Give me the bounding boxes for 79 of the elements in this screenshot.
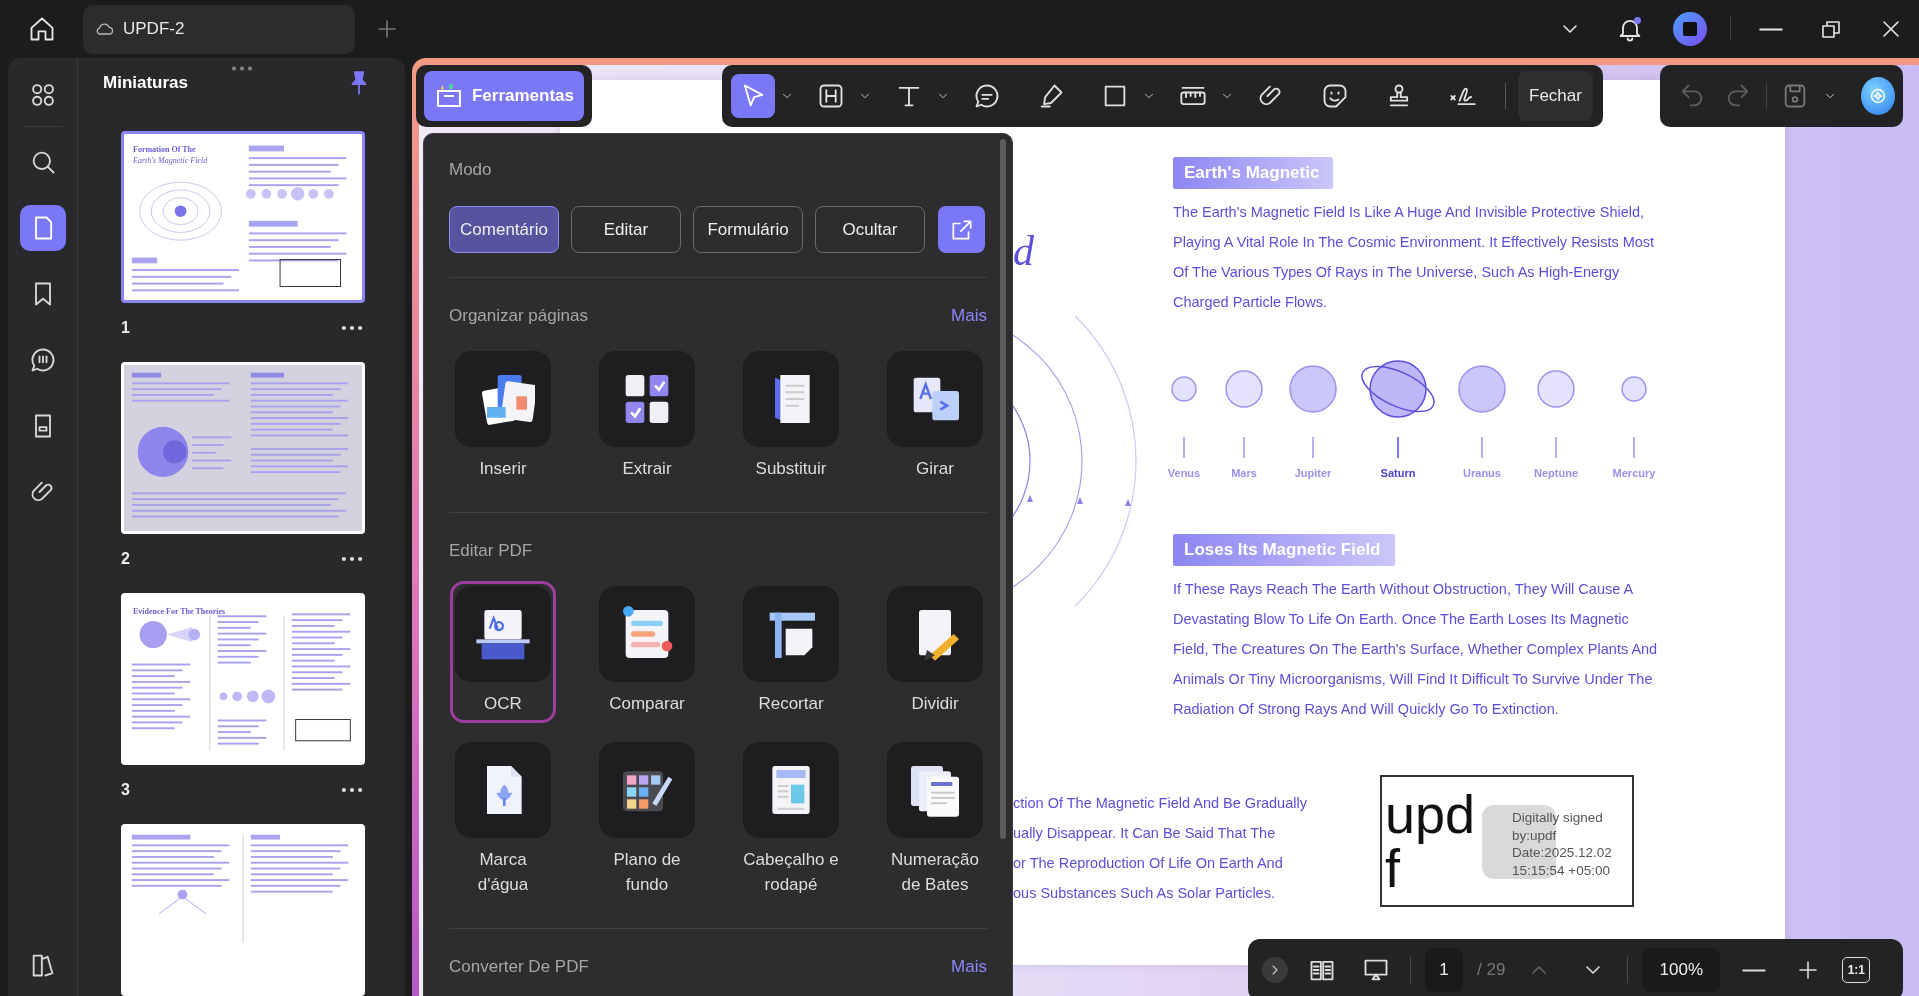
page-heading: Formation Of The Earth's Magnetic Field [133, 144, 208, 166]
panel-title: Miniaturas [103, 73, 189, 93]
tool-button[interactable] [731, 74, 775, 118]
tab-title: UPDF-2 [123, 19, 185, 39]
planet-label: Uranus [1463, 467, 1501, 479]
drag-handle[interactable] [231, 66, 253, 71]
paragraph-line: ction Of The Magnetic Field And Be Gradually [1013, 794, 1308, 813]
tool-tile-button[interactable]: OCR [450, 581, 556, 723]
paragraph-line: Charged Particle Flows. [1173, 293, 1328, 312]
collapse-button[interactable] [1262, 957, 1288, 983]
page-thumbnail[interactable]: Evidence For The Theories [121, 593, 365, 765]
signature-text: 15:15:54 +05:00 [1512, 861, 1611, 879]
plus-icon [375, 17, 399, 41]
paragraph-line: Field, The Creatures On The Earth's Surface, Whether Complex Plants And [1173, 640, 1658, 659]
paragraph-line: Animals Or Tiny Microorganisms, Will Find It Difficult To Survive Under The [1173, 670, 1654, 689]
planet-icon [1537, 370, 1575, 408]
signature-text: Date:2025.12.02 [1512, 844, 1612, 862]
paragraph-line: Devastating Blow To Life On Earth. Once The Earth Loses Its Magnetic [1173, 610, 1630, 629]
paragraph-line: ually Disappear. It Can Be Said That The [1013, 824, 1277, 843]
planet-label: Saturn [1380, 467, 1416, 479]
planet-icon [1289, 365, 1337, 413]
paragraph-line: If These Rays Reach The Earth Without Obstruction, They Will Cause A [1173, 580, 1635, 599]
section-title: Editar PDF [449, 541, 533, 561]
paragraph-line: Playing A Vital Role In The Cosmic Environment. It Effectively Resists Most [1173, 233, 1655, 252]
tools-button[interactable]: Ferramentas [424, 71, 584, 121]
mode-button[interactable]: Comentário [449, 206, 559, 253]
page-number: 1 [121, 319, 130, 337]
paragraph-line: Of The Various Types Of Rays in The Universe, Such As High-Energy [1173, 263, 1621, 282]
planet-icon [1458, 365, 1506, 413]
close-tools-button[interactable]: Fechar [1518, 71, 1593, 121]
scrollbar[interactable] [1000, 139, 1006, 839]
planet-label: Mercury [1612, 467, 1656, 479]
more-icon [341, 556, 363, 562]
open-external-button[interactable] [938, 206, 985, 253]
sticker-icon [1321, 82, 1349, 110]
planet-label: Mars [1231, 467, 1257, 479]
section-title: Modo [449, 160, 493, 180]
zoom-field[interactable]: 100% [1642, 948, 1721, 992]
sidebar-button[interactable] [19, 205, 66, 251]
section-heading: Earth's Magnetic [1173, 157, 1334, 189]
planet-label: Neptune [1534, 467, 1578, 479]
assistant-button[interactable] [1860, 77, 1895, 115]
planet-icon [1171, 376, 1197, 402]
document-title: d [1013, 228, 1035, 274]
page-number: 2 [121, 550, 130, 568]
section-heading: Loses Its Magnetic Field [1173, 534, 1395, 566]
mode-button[interactable]: Editar [571, 206, 681, 253]
more-icon [341, 325, 363, 331]
more-link[interactable]: Mais [951, 957, 987, 977]
home-icon [28, 15, 56, 43]
section-title: Converter De PDF [449, 957, 589, 977]
minimize-icon [1759, 27, 1783, 31]
document-tab[interactable]: UPDF-2 [83, 4, 355, 54]
actual-size-button[interactable]: 1:1 [1842, 957, 1871, 983]
paragraph-line: Radiation Of Strong Rays And Will Quickly Go To Extinction. [1173, 700, 1560, 719]
paragraph-line: ous Substances Such As Solar Particles. [1013, 884, 1276, 903]
section-title: Organizar páginas [449, 306, 588, 326]
comment-icon [973, 82, 1001, 110]
page-field[interactable]: 1 [1425, 948, 1463, 992]
page-heading: Evidence For The Theories [133, 606, 226, 617]
planet-label: Jupiter [1294, 467, 1332, 479]
more-icon [341, 787, 363, 793]
paragraph-line: or The Reproduction Of Life On Earth And [1013, 854, 1284, 873]
heading-icon [817, 82, 845, 110]
signature-text: by:updf [1512, 826, 1558, 844]
minus-icon [1742, 968, 1767, 972]
planet-icon [1621, 376, 1647, 402]
signature-text: Digitally signed [1512, 809, 1604, 827]
more-link[interactable]: Mais [951, 306, 987, 326]
paragraph-line: The Earth's Magnetic Field Is Like A Huge And Invisible Protective Shield, [1173, 203, 1646, 222]
page-number: 3 [121, 781, 130, 799]
planet-label: Venus [1167, 467, 1201, 479]
avatar-icon [1673, 12, 1707, 46]
planet-icon [1225, 370, 1263, 408]
page-count: / 29 [1477, 960, 1506, 980]
mode-button[interactable]: Ocultar [815, 206, 925, 253]
page-thumbnail[interactable]: Formation Of The Earth's Magnetic Field [121, 131, 365, 303]
mode-button[interactable]: Formulário [693, 206, 803, 253]
speech-bubble-icon [28, 346, 57, 374]
